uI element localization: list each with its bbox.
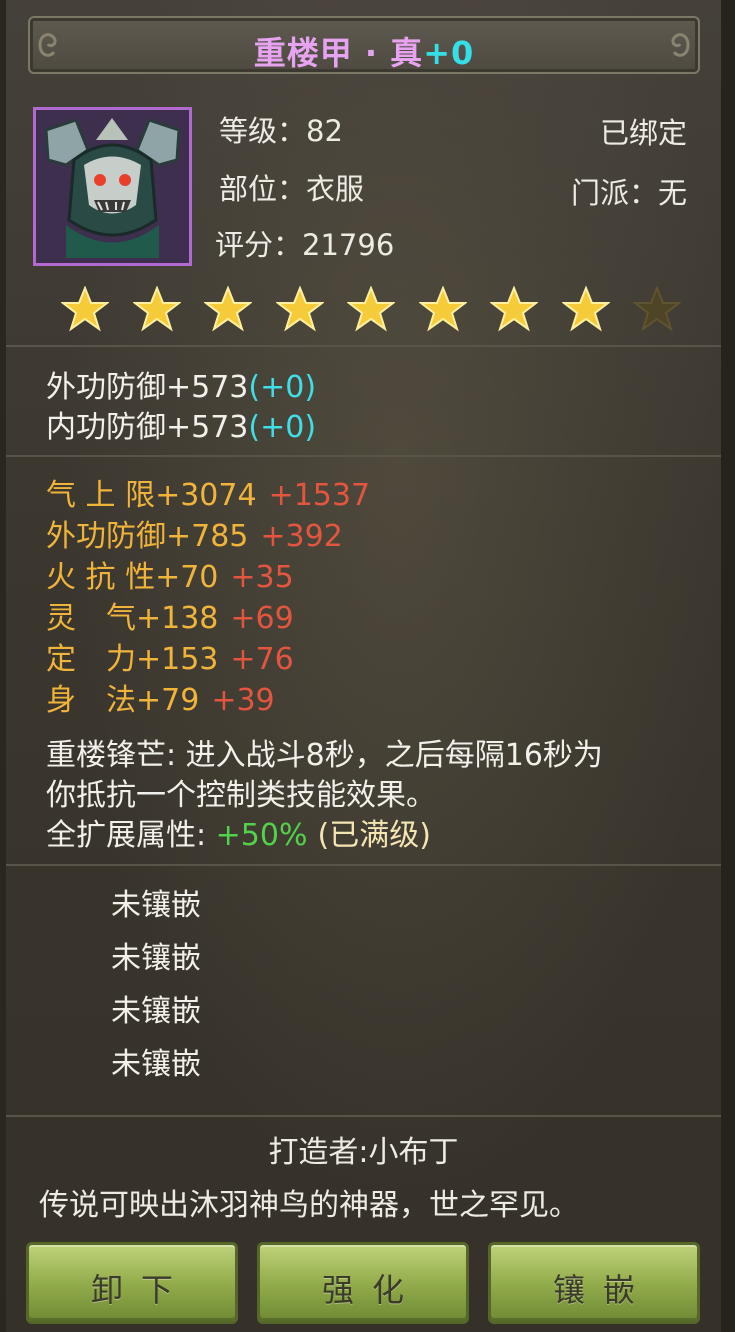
level-label: 等级： xyxy=(219,114,307,148)
sect-label: 门派： xyxy=(570,176,658,210)
item-name: 重楼甲 · 真 xyxy=(253,34,424,72)
base-attribute-row: 外功防御+573(+0) xyxy=(46,362,316,406)
slot-value: 衣服 xyxy=(306,172,365,206)
base-attribute-row: 内功防御+573(+0) xyxy=(46,402,316,446)
inlay-button-label: 镶嵌 xyxy=(552,1271,653,1309)
title-bar: 重楼甲 · 真+0 xyxy=(28,16,700,74)
unequip-button[interactable]: 卸下 xyxy=(26,1242,238,1324)
enhance-button[interactable]: 强化 xyxy=(257,1242,469,1324)
star-filled-icon xyxy=(132,286,181,332)
unequip-button-label: 卸下 xyxy=(90,1271,191,1309)
item-tooltip-panel: 重楼甲 · 真+0 等级：82 部位：衣服 评分：21796 已绑定 门派：无 xyxy=(0,0,735,1332)
star-rating xyxy=(61,286,681,332)
extended-attribute-text: 身 法+79 xyxy=(46,683,200,718)
extended-attribute-text: 灵 气+138 xyxy=(46,601,219,636)
divider xyxy=(6,345,721,347)
extended-attribute-bonus: +39 xyxy=(211,683,275,718)
sect-value: 无 xyxy=(657,176,687,210)
gem-socket-empty[interactable]: 未镶嵌 xyxy=(111,880,201,924)
gem-socket-empty[interactable]: 未镶嵌 xyxy=(111,933,201,977)
extended-attribute-row: 定 力+153 +76 xyxy=(46,634,294,678)
extended-attribute-row: 身 法+79 +39 xyxy=(46,675,275,719)
extended-attribute-row: 灵 气+138 +69 xyxy=(46,593,294,637)
divider xyxy=(6,455,721,457)
slot-label: 部位： xyxy=(219,172,307,206)
base-attribute-text: 外功防御+573 xyxy=(46,370,249,405)
slot-row: 部位：衣服 xyxy=(219,166,364,208)
score-value: 21796 xyxy=(302,228,395,262)
expand-note: (已满级) xyxy=(317,818,431,853)
item-enhance-level: +0 xyxy=(423,34,475,72)
inlay-button[interactable]: 镶嵌 xyxy=(488,1242,700,1324)
level-row: 等级：82 xyxy=(219,108,343,150)
extended-attribute-bonus: +392 xyxy=(260,519,343,554)
enhance-button-label: 强化 xyxy=(321,1271,422,1309)
divider xyxy=(6,1115,721,1117)
extended-attribute-text: 火 抗 性+70 xyxy=(46,560,219,595)
base-attribute-text: 内功防御+573 xyxy=(46,410,249,445)
star-empty-icon xyxy=(633,286,681,332)
gem-socket-empty[interactable]: 未镶嵌 xyxy=(111,986,201,1030)
extended-attribute-text: 外功防御+785 xyxy=(46,519,249,554)
extended-attribute-bonus: +76 xyxy=(230,642,294,677)
star-filled-icon xyxy=(561,286,610,332)
star-filled-icon xyxy=(275,286,324,332)
star-filled-icon xyxy=(418,286,467,332)
extended-attribute-row: 气 上 限+3074 +1537 xyxy=(46,470,370,514)
extended-attribute-row: 火 抗 性+70 +35 xyxy=(46,552,294,596)
extended-attribute-bonus: +1537 xyxy=(268,478,371,513)
item-title: 重楼甲 · 真+0 xyxy=(30,28,698,74)
star-filled-icon xyxy=(490,286,538,332)
star-filled-icon xyxy=(61,286,109,332)
star-filled-icon xyxy=(204,286,252,332)
lore-text: 传说可映出沐羽神鸟的神器，世之罕见。 xyxy=(39,1188,579,1223)
base-attribute-bonus: (+0) xyxy=(248,370,317,405)
gem-socket-empty[interactable]: 未镶嵌 xyxy=(111,1039,201,1083)
extended-attribute-bonus: +69 xyxy=(230,601,294,636)
expand-label: 全扩展属性: xyxy=(46,818,216,853)
base-attribute-bonus: (+0) xyxy=(248,410,317,445)
ornament-right-icon xyxy=(671,33,690,57)
extended-attribute-text: 气 上 限+3074 xyxy=(46,478,257,513)
extended-attribute-row: 外功防御+785 +392 xyxy=(46,511,343,555)
score-row: 评分：21796 xyxy=(215,222,394,264)
star-filled-icon xyxy=(347,286,395,332)
expand-attribute-row: 全扩展属性: +50% (已满级) xyxy=(46,810,431,854)
level-value: 82 xyxy=(306,114,343,148)
score-label: 评分： xyxy=(215,228,303,262)
extended-attribute-bonus: +35 xyxy=(230,560,294,595)
bound-status: 已绑定 xyxy=(599,116,687,150)
skill-description-line2: 你抵抗一个控制类技能效果。 xyxy=(46,778,436,813)
armor-item-icon[interactable] xyxy=(33,107,192,266)
maker-text: 打造者:小布丁 xyxy=(268,1135,459,1170)
armor-icon xyxy=(36,110,189,263)
skill-description-line1: 重楼锋芒: 进入战斗8秒，之后每隔16秒为 xyxy=(46,738,603,773)
extended-attribute-text: 定 力+153 xyxy=(46,642,219,677)
sect-row: 门派：无 xyxy=(571,170,687,212)
expand-value: +50% xyxy=(215,818,308,853)
divider xyxy=(6,864,721,866)
